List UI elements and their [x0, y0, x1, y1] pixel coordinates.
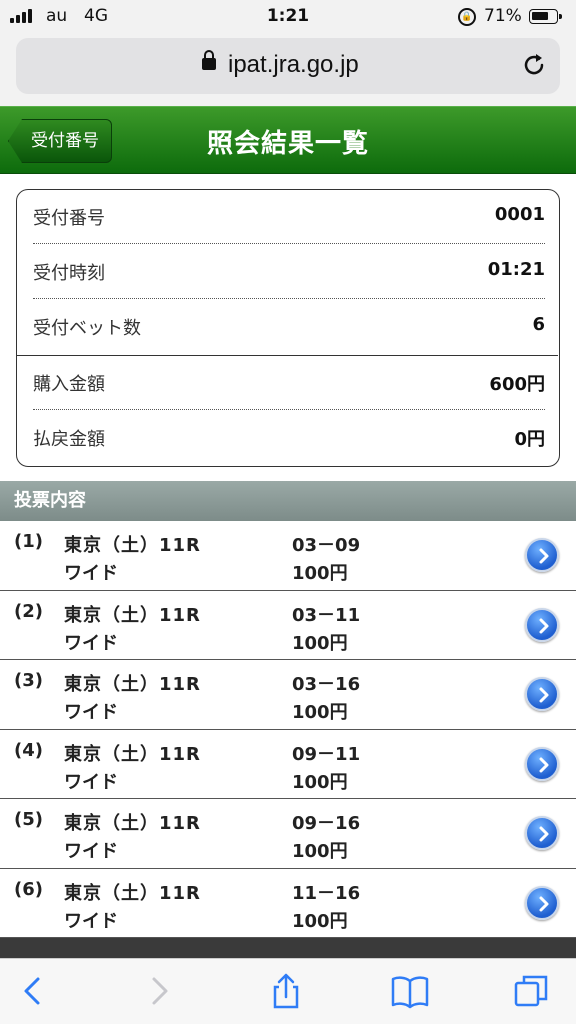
bet-row[interactable]: (3) 東京（土）11R ワイド 03－16 100円: [0, 660, 576, 730]
page-header: 受付番号 照会結果一覧: [0, 106, 576, 174]
summary-label: 受付番号: [33, 208, 105, 229]
summary-row-bet-count: 受付ベット数 6: [33, 300, 545, 354]
bet-type: ワイド: [64, 771, 118, 793]
battery-icon: [529, 9, 562, 24]
bet-amount: 100円: [292, 702, 348, 723]
bet-combination: 11－16: [292, 882, 361, 904]
chevron-right-icon[interactable]: [525, 816, 559, 850]
bet-race: 東京（土）11R: [64, 604, 201, 626]
browser-address-area: ipat.jra.go.jp: [0, 34, 576, 106]
section-header-bet-contents: 投票内容: [0, 481, 576, 521]
bet-race: 東京（土）11R: [64, 535, 201, 556]
bet-index: (6): [14, 878, 43, 900]
bet-type: ワイド: [64, 632, 118, 654]
list-footer-strip: [0, 938, 576, 958]
reload-icon[interactable]: [520, 51, 548, 79]
browser-toolbar: [0, 958, 576, 1024]
orientation-lock-icon: 🔒: [458, 8, 476, 26]
bet-amount: 100円: [292, 910, 348, 932]
share-icon[interactable]: [266, 971, 306, 1011]
summary-label: 受付時刻: [33, 263, 105, 284]
chevron-right-icon[interactable]: [525, 607, 559, 642]
bet-type: ワイド: [64, 563, 118, 584]
bet-index: (3): [14, 670, 43, 691]
bet-combination: 09－11: [292, 743, 361, 765]
summary-label: 払戻金額: [33, 429, 105, 450]
bet-index: (5): [14, 809, 43, 830]
bet-row[interactable]: (4) 東京（土）11R ワイド 09－11 100円: [0, 729, 576, 799]
bet-combination: 03－09: [292, 535, 361, 556]
bet-amount: 100円: [292, 841, 348, 862]
bet-type: ワイド: [64, 841, 118, 862]
url-text: ipat.jra.go.jp: [228, 51, 359, 78]
bet-race: 東京（土）11R: [64, 882, 201, 904]
page-title: 照会結果一覧: [206, 129, 369, 159]
summary-row-purchase-amount: 購入金額 600円: [33, 356, 545, 410]
bookmarks-icon[interactable]: [390, 971, 430, 1011]
summary-row-receipt-time: 受付時刻 01:21: [33, 245, 545, 299]
bet-race: 東京（土）11R: [64, 813, 201, 834]
bet-race: 東京（土）11R: [64, 743, 201, 765]
summary-value: 0円: [514, 429, 545, 450]
summary-row-payout-amount: 払戻金額 0円: [33, 411, 545, 465]
summary-label: 購入金額: [33, 374, 105, 395]
bet-index: (1): [14, 531, 43, 552]
lock-icon: [202, 50, 216, 70]
summary-value: 6: [532, 314, 545, 335]
battery-fill: [532, 12, 549, 20]
bet-index: (4): [14, 739, 43, 761]
summary-value: 01:21: [487, 259, 545, 280]
summary-value: 0001: [494, 204, 545, 225]
chevron-right-icon[interactable]: [525, 885, 559, 920]
bet-amount: 100円: [292, 563, 348, 584]
chevron-right-icon[interactable]: [525, 677, 559, 711]
bet-amount: 100円: [292, 771, 348, 793]
status-bar: au 4G 1:21 🔒 71%: [0, 0, 576, 34]
summary-card: 受付番号 0001 受付時刻 01:21 受付ベット数 6 購入金額 600円 …: [16, 189, 560, 467]
bet-combination: 03－11: [292, 604, 361, 626]
battery-percent: 71%: [484, 6, 522, 26]
bet-row[interactable]: (6) 東京（土）11R ワイド 11－16 100円: [0, 868, 576, 938]
back-arrow-icon[interactable]: [14, 971, 54, 1011]
address-bar[interactable]: ipat.jra.go.jp: [16, 38, 560, 94]
summary-value: 600円: [489, 374, 545, 395]
summary-row-receipt-number: 受付番号 0001: [33, 190, 545, 244]
summary-label: 受付ベット数: [33, 318, 141, 339]
bet-row[interactable]: (1) 東京（土）11R ワイド 03－09 100円: [0, 521, 576, 591]
tabs-icon[interactable]: [512, 971, 552, 1011]
bet-row[interactable]: (5) 東京（土）11R ワイド 09－16 100円: [0, 799, 576, 869]
bet-amount: 100円: [292, 632, 348, 654]
forward-arrow-icon[interactable]: [138, 971, 178, 1011]
bet-list: (1) 東京（土）11R ワイド 03－09 100円 (2) 東京（土）11R ワイド 03－…: [0, 521, 576, 938]
chevron-right-icon[interactable]: [525, 746, 559, 781]
chevron-right-icon[interactable]: [525, 538, 559, 572]
bet-combination: 03－16: [292, 674, 361, 695]
bet-type: ワイド: [64, 702, 118, 723]
bet-type: ワイド: [64, 910, 118, 932]
bet-index: (2): [14, 600, 43, 622]
bet-combination: 09－16: [292, 813, 361, 834]
bet-race: 東京（土）11R: [64, 674, 201, 695]
bet-row[interactable]: (2) 東京（土）11R ワイド 03－11 100円: [0, 590, 576, 660]
